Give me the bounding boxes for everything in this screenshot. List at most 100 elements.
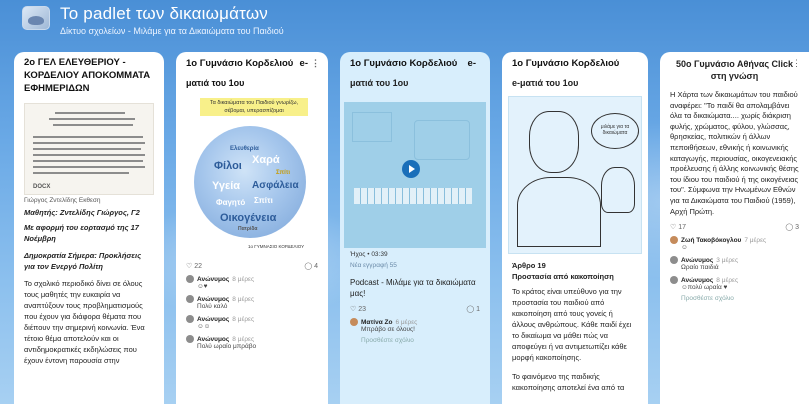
student-drawing-image[interactable]: μιλάμε για τα δικαιώματα (508, 96, 642, 254)
word-cloud-word: Φίλοι (214, 160, 242, 172)
post-title: 1ο Γυμνάσιο Κορδελιού e- ⋮ (176, 52, 328, 72)
padlet-logo-icon[interactable] (22, 6, 50, 30)
post-title-text: 1ο Γυμνάσιο Κορδελιού (350, 58, 458, 69)
comment-text: Ωραίο παιδιά (681, 264, 719, 272)
post-subtitle: ματιά του 1ου (350, 78, 409, 88)
comment-count[interactable]: ◯ 4 (304, 262, 318, 270)
post-subheading: Δημοκρατία Σήμερα: Προκλήσεις για τον Εν… (24, 251, 142, 271)
post-title-text: 1ο Γυμνάσιο Κορδελιού (512, 58, 620, 69)
comment-count[interactable]: ◯ 1 (466, 305, 480, 313)
post-body: Το κράτος είναι υπεύθυνο για την προστασ… (512, 287, 632, 362)
drawing-speech-bubble: μιλάμε για τα δικαιώματα (591, 113, 639, 149)
comment-item: Ανώνυμος 8 μέρες Πολύ ωραίο μπράβο (176, 330, 328, 350)
post-title: 1ο Γυμνάσιο Κορδελιού e- (340, 52, 490, 72)
keyboard-illustration (354, 188, 472, 204)
word-cloud-circle: Ελευθερία Χαρά Φίλοι Υγεία Σπίτι Ασφάλει… (194, 126, 306, 238)
word-cloud-word: Φαγητό (216, 198, 246, 207)
comment-time: 6 μέρες (395, 318, 418, 326)
comment-text: Πολύ ωραίο μπράβο (197, 343, 257, 350)
post-card-gymnasio-kordeliou-podcast[interactable]: 1ο Γυμνάσιο Κορδελιού e- ματιά του 1ου Ή… (340, 52, 490, 404)
comment-author: Ματίνα Ζο (361, 318, 393, 326)
drawing-hand (601, 167, 635, 213)
avatar (186, 295, 194, 303)
rights-poster-image[interactable]: Τα δικαιώματα του Παιδιού γνωρίζω, σέβομ… (186, 96, 318, 256)
comment-time: 8 μέρες (232, 295, 255, 303)
padlet-subtitle: Δίκτυο σχολείων - Μιλάμε για τα Δικαιώμα… (60, 26, 284, 36)
more-options-icon[interactable]: ⋮ (792, 58, 801, 69)
word-cloud-word: Χαρά (252, 154, 280, 166)
comment-count[interactable]: ◯ 3 (785, 223, 799, 231)
comment-time: 3 μέρες (716, 256, 739, 264)
audio-duration: Ήχος • 03:39 (350, 251, 388, 258)
drawing-face (529, 111, 579, 173)
post-title-text: 1ο Γυμνάσιο Κορδελιού (186, 58, 294, 69)
post-title: 1ο Γυμνάσιο Κορδελιού (502, 52, 648, 72)
poster-banner: Τα δικαιώματα του Παιδιού γνωρίζω, σέβομ… (200, 98, 308, 116)
docx-label: DOCX (33, 184, 51, 190)
post-card-gymnasio-athinas[interactable]: 50ο Γυμνάσιο Αθήνας Click στη γνώση ⋮ Η … (660, 52, 809, 404)
padlet-header: Το padlet των δικαιωμάτων Δίκτυο σχολείω… (0, 0, 809, 46)
post-reactions: ♡ 22 ◯ 4 (176, 256, 328, 270)
post-title-continued: e- (299, 58, 308, 69)
like-count-value: 22 (194, 263, 203, 270)
post-body: Η Χάρτα των δικαιωμάτων του παιδιού αναφ… (670, 90, 799, 216)
post-card-gymnasio-kordeliou-article19[interactable]: 1ο Γυμνάσιο Κορδελιού e-ματιά του 1ου μι… (502, 52, 648, 404)
like-count-value: 17 (678, 224, 687, 232)
post-body: Το σχολικό περιοδικό δίνει σε όλους τους… (24, 279, 145, 365)
post-author: Μαθητής: Ζντελίδης Γιώργος, Γ2 (24, 208, 140, 217)
comment-time: 8 μέρες (232, 335, 255, 343)
document-attachment[interactable]: DOCX (24, 103, 154, 195)
avatar (186, 315, 194, 323)
post-card-gel-kordeliou[interactable]: 2ο ΓΕΛ ΕΛΕΥΘΕΡΙΟΥ - ΚΟΡΔΕΛΙΟΥ ΑΠΟΚΟΜΜΑΤΑ… (14, 52, 164, 404)
word-cloud-word: Σπίτι (254, 196, 273, 205)
post-body: Podcast - Μιλάμε για τα δικαιώματα μας! (350, 278, 476, 298)
comment-item: Ματίνα Ζο 6 μέρες Μπράβο σε όλους! (340, 313, 490, 333)
comment-text: Μπράβο σε όλους! (361, 326, 415, 333)
article-number: Άρθρο 19 (512, 261, 546, 270)
comment-time: 8 μέρες (232, 315, 255, 323)
comment-time: 8 μέρες (716, 276, 739, 284)
more-options-icon[interactable]: ⋮ (311, 58, 320, 69)
word-cloud-word: Υγεία (212, 180, 241, 192)
post-body-continued: Το φαινόμενο της παιδικής κακοποίησης απ… (512, 372, 625, 392)
like-count-value: 23 (358, 306, 367, 313)
comment-author: Ζωή Τακοβόκογλου (681, 236, 742, 244)
post-occasion: Με αφορμή του εορτασμό της 17 Νοέμβρη (24, 223, 139, 243)
drawing-body (517, 177, 601, 247)
comment-count-value: 4 (314, 263, 318, 270)
like-count[interactable]: ♡ 17 (670, 223, 686, 231)
comment-text: ☺πολύ ωραία ♥ (681, 284, 728, 292)
audio-player-thumbnail[interactable] (344, 102, 486, 248)
avatar (670, 256, 678, 265)
word-cloud-word: Ασφάλεια (252, 180, 299, 191)
avatar (670, 276, 678, 285)
article-heading: Προστασία από κακοποίηση (512, 272, 614, 281)
comment-count-value: 1 (476, 306, 480, 313)
comment-count-value: 3 (795, 224, 799, 232)
comment-author: Ανώνυμος (681, 276, 714, 284)
post-title-continued: e- (467, 58, 476, 69)
comment-item: Ανώνυμος 8 μέρες ☺πολύ ωραία ♥ (660, 271, 809, 291)
comment-item: Ζωή Τακοβόκογλου 7 μέρες ☺ (660, 231, 809, 251)
post-card-gymnasio-kordeliou-poster[interactable]: 1ο Γυμνάσιο Κορδελιού e- ⋮ ματιά του 1ου… (176, 52, 328, 404)
post-reactions: ♡ 23 ◯ 1 (340, 299, 490, 313)
post-meta: Νέα εγγραφή 55 (350, 262, 397, 269)
like-count[interactable]: ♡ 22 (186, 262, 202, 270)
comment-author: Ανώνυμος (197, 315, 230, 323)
add-comment-field[interactable]: Προσθέστε σχόλιο (660, 291, 809, 302)
comment-text: ☺ (681, 244, 688, 252)
comment-item: Ανώνυμος 8 μέρες ☺☺ (176, 310, 328, 330)
comment-item: Ανώνυμος 3 μέρες Ωραίο παιδιά (660, 251, 809, 271)
comment-author: Ανώνυμος (681, 256, 714, 264)
comment-time: 8 μέρες (232, 275, 255, 283)
post-title: 50ο Γυμνάσιο Αθήνας Click στη γνώση (675, 59, 794, 81)
like-count[interactable]: ♡ 23 (350, 305, 366, 313)
avatar (350, 318, 358, 326)
comment-author: Ανώνυμος (197, 335, 230, 343)
add-comment-field[interactable]: Προσθέστε σχόλιο (340, 333, 490, 344)
post-subtitle: ματιά του 1ου (186, 78, 245, 88)
comment-time: 7 μέρες (744, 236, 767, 244)
play-icon[interactable] (402, 160, 420, 178)
padlet-title: Το padlet των δικαιωμάτων (60, 4, 268, 23)
comment-author: Ανώνυμος (197, 295, 230, 303)
